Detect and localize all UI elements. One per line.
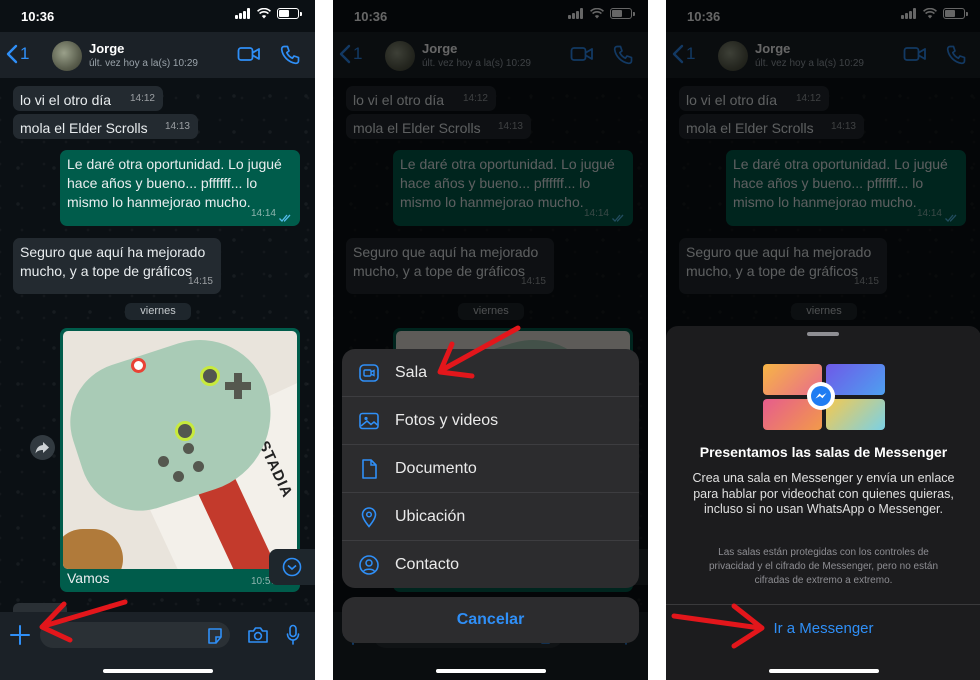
chevron-down-circle-icon bbox=[282, 557, 302, 577]
phone-screen-messenger-rooms: 10:36 1 Jorge últ. vez hoy a la(s) 10:29… bbox=[666, 0, 980, 680]
forward-icon bbox=[35, 442, 49, 454]
image-message[interactable]: STADIA Vamos 10:57 bbox=[60, 328, 300, 592]
message-incoming[interactable]: lo vi el otro día 14:12 bbox=[13, 86, 163, 111]
contact-icon bbox=[359, 555, 379, 575]
attach-option-sala[interactable]: Sala bbox=[342, 349, 639, 397]
message-time: 14:12 bbox=[129, 93, 155, 104]
phone-screen-chat: 10:36 1 Jorge últ. vez hoy a la(s) 10:29… bbox=[0, 0, 315, 680]
attach-option-photos[interactable]: Fotos y videos bbox=[342, 397, 639, 445]
home-indicator bbox=[769, 669, 879, 673]
phone-screen-attach-menu: 10:36 1 Jorge últ. vez hoy a la(s) 10:29… bbox=[333, 0, 648, 680]
home-indicator bbox=[436, 669, 546, 673]
message-time: 14:15 bbox=[187, 276, 213, 287]
scroll-to-bottom-button[interactable] bbox=[269, 549, 315, 585]
divider bbox=[666, 604, 980, 605]
attach-option-label: Ubicación bbox=[395, 508, 466, 525]
messenger-rooms-illustration bbox=[763, 364, 885, 430]
image-caption: Vamos bbox=[67, 570, 110, 586]
message-text: Seguro que aquí ha mejorado mucho, y a t… bbox=[20, 244, 206, 279]
video-room-icon bbox=[359, 364, 379, 382]
location-icon bbox=[361, 507, 377, 528]
date-separator: viernes bbox=[125, 303, 191, 320]
message-text: lo vi el otro día bbox=[20, 92, 112, 108]
microphone-icon[interactable] bbox=[286, 624, 300, 646]
sheet-description: Crea una sala en Messenger y envía un en… bbox=[692, 471, 955, 516]
attach-option-contact[interactable]: Contacto bbox=[342, 541, 639, 588]
back-count: 1 bbox=[20, 44, 30, 63]
message-incoming[interactable]: Seguro que aquí ha mejorado mucho, y a t… bbox=[13, 238, 221, 294]
home-indicator bbox=[103, 669, 213, 673]
message-input[interactable] bbox=[40, 622, 230, 648]
camera-icon[interactable] bbox=[247, 626, 269, 644]
attach-option-label: Sala bbox=[395, 364, 428, 381]
cellular-signal-icon bbox=[235, 8, 251, 19]
message-text: Le daré otra oportunidad. Lo jugué hace … bbox=[67, 156, 282, 210]
attach-option-label: Contacto bbox=[395, 556, 460, 573]
contact-avatar[interactable] bbox=[52, 41, 82, 71]
status-bar: 10:36 bbox=[0, 0, 315, 32]
attach-menu: Sala Fotos y videos Documento Ubicación … bbox=[342, 349, 639, 588]
photo-icon bbox=[359, 412, 379, 430]
sheet-grabber[interactable] bbox=[807, 332, 839, 336]
chat-header: 1 Jorge últ. vez hoy a la(s) 10:29 bbox=[0, 32, 315, 78]
message-time: 14:14 bbox=[250, 208, 276, 219]
dpad-icon bbox=[225, 373, 251, 399]
message-text: mola el Elder Scrolls bbox=[20, 120, 148, 136]
attach-option-location[interactable]: Ubicación bbox=[342, 493, 639, 541]
messenger-rooms-sheet: Presentamos las salas de Messenger Crea … bbox=[666, 326, 980, 680]
message-time: 14:13 bbox=[164, 121, 190, 132]
messenger-logo-icon bbox=[807, 382, 835, 410]
contact-name[interactable]: Jorge bbox=[89, 41, 124, 56]
sticker-icon[interactable] bbox=[206, 627, 224, 645]
battery-icon bbox=[277, 8, 302, 19]
document-icon bbox=[362, 459, 377, 479]
forward-button[interactable] bbox=[30, 435, 55, 460]
cancel-button[interactable]: Cancelar bbox=[342, 597, 639, 643]
chevron-left-icon bbox=[6, 44, 18, 64]
wifi-icon bbox=[257, 8, 271, 19]
sheet-privacy-note: Las salas están protegidas con los contr… bbox=[708, 547, 939, 586]
sheet-title: Presentamos las salas de Messenger bbox=[699, 444, 948, 460]
read-receipt-icon bbox=[279, 214, 291, 222]
stadia-controller-photo[interactable]: STADIA bbox=[63, 331, 297, 569]
status-time: 10:36 bbox=[21, 9, 55, 24]
contact-last-seen: últ. vez hoy a la(s) 10:29 bbox=[89, 58, 198, 69]
attach-option-label: Documento bbox=[395, 460, 477, 477]
message-incoming[interactable]: mola el Elder Scrolls 14:13 bbox=[13, 114, 198, 139]
phone-call-icon[interactable] bbox=[279, 44, 301, 66]
message-outgoing[interactable]: Le daré otra oportunidad. Lo jugué hace … bbox=[60, 150, 300, 226]
video-call-icon[interactable] bbox=[237, 44, 261, 64]
go-to-messenger-button[interactable]: Ir a Messenger bbox=[666, 620, 980, 637]
plus-icon[interactable] bbox=[9, 624, 31, 646]
attach-option-label: Fotos y videos bbox=[395, 412, 499, 429]
back-button[interactable]: 1 bbox=[6, 44, 29, 64]
attach-option-document[interactable]: Documento bbox=[342, 445, 639, 493]
